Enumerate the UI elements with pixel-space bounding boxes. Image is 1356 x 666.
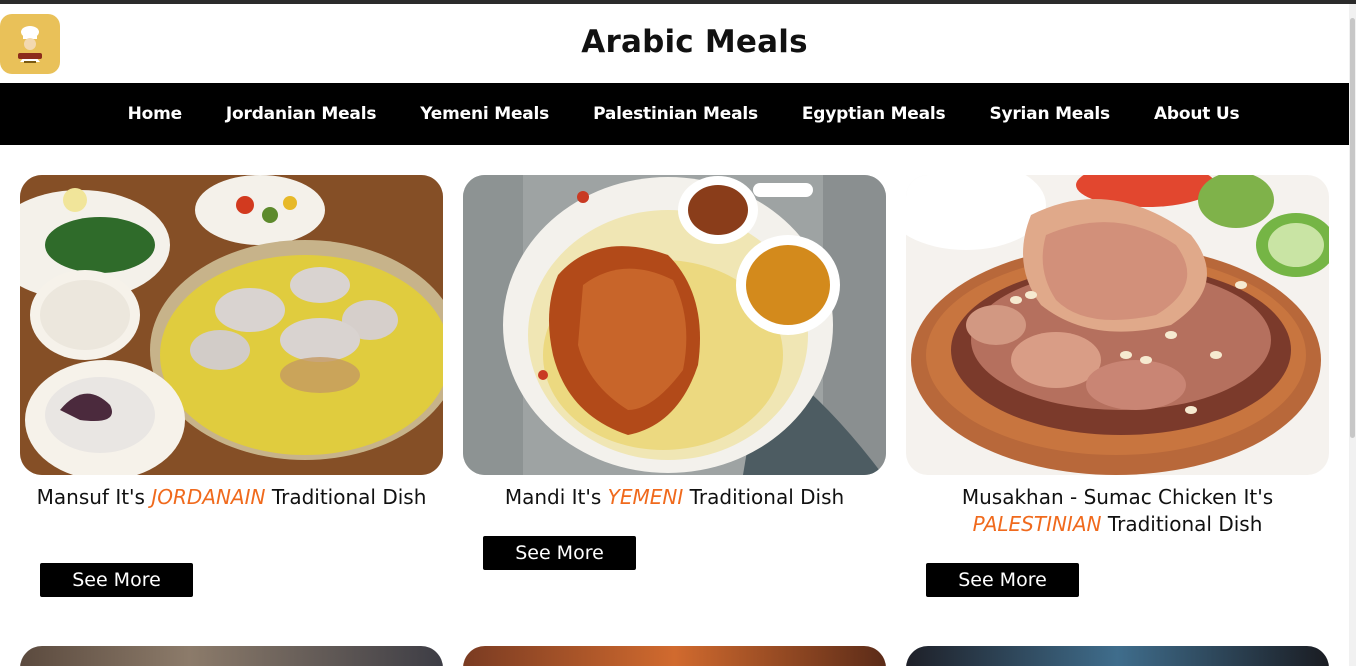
caption-its: It's — [1243, 485, 1274, 509]
meal-card-musakhan: Musakhan - Sumac Chicken It's PALESTINIA… — [906, 175, 1329, 597]
nav-item-palestinian-meals[interactable]: Palestinian Meals — [571, 104, 780, 124]
see-more-button[interactable]: See More — [483, 536, 636, 570]
country-name: PALESTINIAN — [972, 512, 1102, 536]
meal-card-mandi: Mandi It's YEMENI Traditional Dish See M… — [463, 175, 886, 570]
caption-suffix: Traditional Dish — [689, 485, 845, 509]
meal-card-peek — [463, 646, 886, 666]
meal-caption: Musakhan - Sumac Chicken It's PALESTINIA… — [906, 484, 1329, 538]
dish-name: Mandi — [504, 485, 566, 509]
meal-image-mandi — [463, 175, 886, 475]
site-header: Arabic Meals — [0, 4, 1349, 83]
see-more-button[interactable]: See More — [926, 563, 1079, 597]
meal-caption: Mansuf It's JORDANAIN Traditional Dish — [20, 484, 443, 511]
caption-its: It's — [115, 485, 145, 509]
meal-card-peek — [906, 646, 1329, 666]
meal-image-musakhan — [906, 175, 1329, 475]
page-title: Arabic Meals — [581, 24, 808, 60]
nav-item-jordanian-meals[interactable]: Jordanian Meals — [204, 104, 398, 124]
nav-item-egyptian-meals[interactable]: Egyptian Meals — [780, 104, 968, 124]
meal-image-mansuf — [20, 175, 443, 475]
country-name: JORDANAIN — [151, 485, 266, 509]
caption-its: It's — [571, 485, 602, 509]
caption-suffix: Traditional Dish — [271, 485, 427, 509]
nav-item-home[interactable]: Home — [106, 104, 204, 124]
caption-suffix: Traditional Dish — [1107, 512, 1263, 536]
dish-name: Mansuf — [36, 485, 109, 509]
nav-item-yemeni-meals[interactable]: Yemeni Meals — [398, 104, 571, 124]
country-name: YEMENI — [607, 485, 684, 509]
nav-item-about-us[interactable]: About Us — [1132, 104, 1261, 124]
dish-name: Musakhan - Sumac Chicken — [961, 485, 1238, 509]
see-more-button[interactable]: See More — [40, 563, 193, 597]
meal-caption: Mandi It's YEMENI Traditional Dish — [463, 484, 886, 511]
nav-item-syrian-meals[interactable]: Syrian Meals — [967, 104, 1132, 124]
meal-card-mansuf: Mansuf It's JORDANAIN Traditional Dish S… — [20, 175, 443, 597]
scrollbar-thumb[interactable] — [1350, 18, 1355, 438]
main-navbar: Home Jordanian Meals Yemeni Meals Palest… — [0, 83, 1349, 145]
page-scrollbar[interactable] — [1349, 4, 1356, 666]
meal-card-peek — [20, 646, 443, 666]
